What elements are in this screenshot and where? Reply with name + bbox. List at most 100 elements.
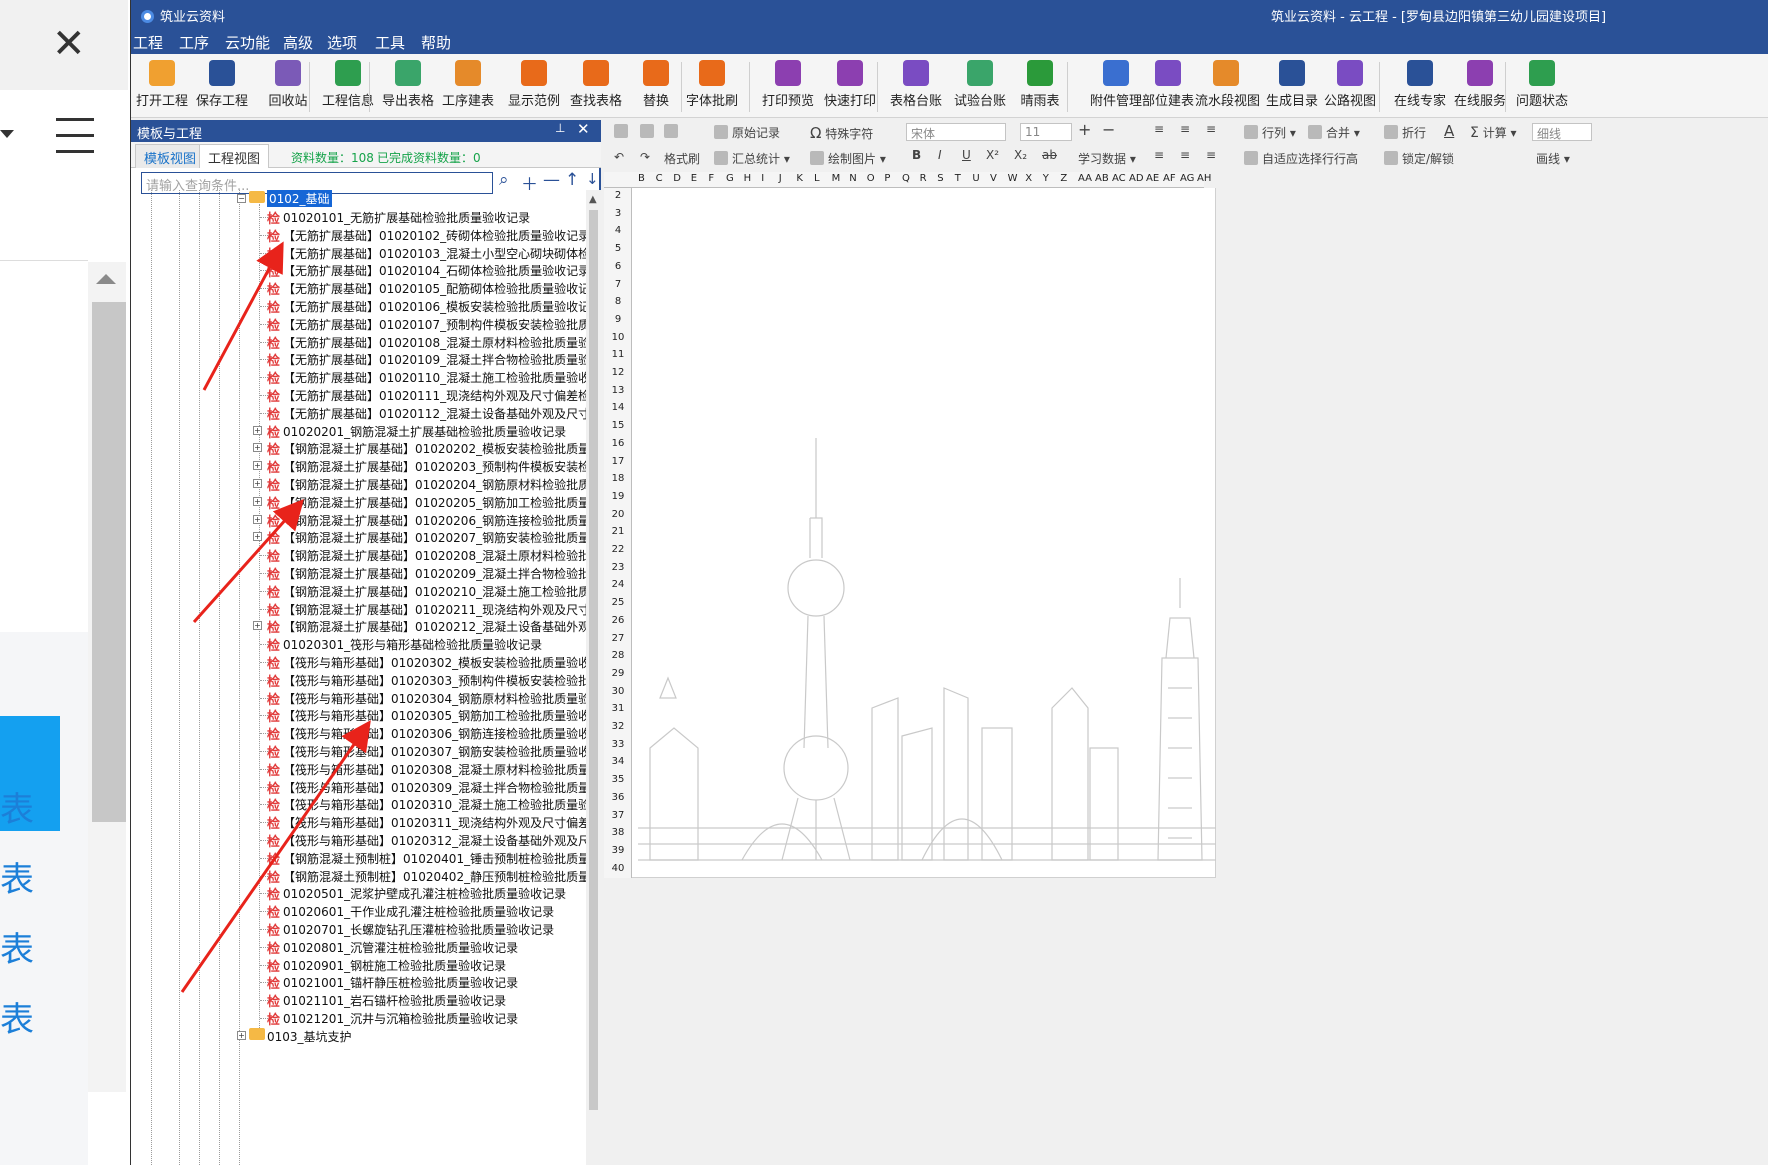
tree-item[interactable]: 检 01020701_长螺旋钻孔压灌桩检验批质量验收记录: [131, 920, 586, 939]
tab-template-view[interactable]: 模板视图: [135, 144, 206, 168]
row-header-cell[interactable]: 25: [604, 597, 632, 608]
toolbar-button[interactable]: 公路视图: [1319, 60, 1381, 116]
column-header-cell[interactable]: P: [884, 173, 890, 184]
column-header-cell[interactable]: T: [955, 173, 961, 184]
tree-item[interactable]: + 检【钢筋混凝土扩展基础】01020203_预制构件模板安装检验批质量: [131, 457, 586, 476]
row-header-cell[interactable]: 16: [604, 438, 632, 449]
tree-item[interactable]: 检 01020101_无筋扩展基础检验批质量验收记录: [131, 208, 586, 227]
toolbar-button[interactable]: 工序建表: [437, 60, 499, 116]
row-header-cell[interactable]: 33: [604, 739, 632, 750]
column-header-cell[interactable]: O: [867, 173, 875, 184]
move-up-icon[interactable]: ↑: [565, 170, 579, 190]
menu-item-cloud[interactable]: 云功能: [225, 32, 270, 53]
row-header-cell[interactable]: 34: [604, 756, 632, 767]
column-header-cell[interactable]: D: [673, 173, 681, 184]
column-header-cell[interactable]: AH: [1197, 173, 1211, 184]
column-header-cell[interactable]: C: [656, 173, 663, 184]
column-header-cell[interactable]: N: [849, 173, 856, 184]
column-header-cell[interactable]: U: [972, 173, 979, 184]
expand-icon[interactable]: +: [253, 461, 262, 471]
column-header-cell[interactable]: V: [990, 173, 997, 184]
row-header-cell[interactable]: 21: [604, 526, 632, 537]
row-col-button[interactable]: 行列 ▾: [1244, 124, 1296, 141]
tree-item[interactable]: 检【无筋扩展基础】01020111_现浇结构外观及尺寸偏差检验批质量: [131, 386, 586, 405]
row-header-cell[interactable]: 20: [604, 509, 632, 520]
tree-item[interactable]: 检 01021101_岩石锚杆检验批质量验收记录: [131, 991, 586, 1010]
row-header-cell[interactable]: 30: [604, 686, 632, 697]
tree-item[interactable]: 检【无筋扩展基础】01020103_混凝土小型空心砌块砌体检验批质量: [131, 244, 586, 263]
summary-stats-button[interactable]: 汇总统计 ▾: [714, 150, 790, 167]
tree-item[interactable]: 检【筏形与箱形基础】01020312_混凝土设备基础外观及尺寸偏差检: [131, 831, 586, 850]
row-header-cell[interactable]: 24: [604, 579, 632, 590]
row-header-cell[interactable]: 29: [604, 668, 632, 679]
tree-item[interactable]: 检【钢筋混凝土预制桩】01020402_静压预制桩检验批质量验收记录: [131, 867, 586, 886]
menu-item-process[interactable]: 工序: [179, 32, 209, 53]
decrease-font-icon[interactable]: −: [1102, 120, 1115, 139]
toolbar-button[interactable]: 试验台账: [949, 60, 1011, 116]
tree-item[interactable]: 检【筏形与箱形基础】01020310_混凝土施工检验批质量验收记录: [131, 795, 586, 814]
toolbar-button[interactable]: 表格台账: [885, 60, 947, 116]
toolbar-button[interactable]: 查找表格: [565, 60, 627, 116]
menu-item-tools[interactable]: 工具: [375, 32, 405, 53]
toolbar-button[interactable]: 在线专家: [1389, 60, 1451, 116]
row-header-cell[interactable]: 2: [604, 190, 632, 201]
search-icon[interactable]: ⌕: [499, 170, 509, 190]
tree-scrollbar[interactable]: ▲: [586, 190, 601, 1165]
tree-item[interactable]: 检 01020301_筏形与箱形基础检验批质量验收记录: [131, 635, 586, 654]
row-header-cell[interactable]: 10: [604, 332, 632, 343]
tree-item[interactable]: 检【钢筋混凝土扩展基础】01020211_现浇结构外观及尺寸偏差检验: [131, 600, 586, 619]
column-header-cell[interactable]: G: [726, 173, 734, 184]
toolbar-button[interactable]: 部位建表: [1137, 60, 1199, 116]
close-icon[interactable]: ✕: [52, 24, 86, 64]
line-style-select[interactable]: 细线: [1532, 123, 1592, 141]
menu-item-advanced[interactable]: 高级: [283, 32, 313, 53]
auto-row-height-button[interactable]: 自适应选择行行高: [1244, 150, 1358, 167]
scroll-up-icon[interactable]: ▲: [589, 194, 597, 205]
increase-font-icon[interactable]: +: [1078, 120, 1091, 139]
tree-item[interactable]: + 检【钢筋混凝土扩展基础】01020202_模板安装检验批质量验收记录: [131, 439, 586, 458]
superscript-button[interactable]: X²: [986, 148, 999, 162]
tree-item[interactable]: 检【无筋扩展基础】01020107_预制构件模板安装检验批质量验收: [131, 315, 586, 334]
column-header-cell[interactable]: S: [937, 173, 943, 184]
menu-item-help[interactable]: 帮助: [421, 32, 451, 53]
lock-unlock-button[interactable]: 锁定/解锁: [1384, 150, 1454, 167]
row-header-cell[interactable]: 37: [604, 810, 632, 821]
row-header-cell[interactable]: 31: [604, 703, 632, 714]
expand-icon[interactable]: +: [253, 425, 262, 435]
side-link[interactable]: 表: [0, 992, 34, 1041]
toolbar-button[interactable]: 显示范例: [503, 60, 565, 116]
copy-icon[interactable]: [614, 124, 632, 139]
subscript-button[interactable]: X₂: [1014, 148, 1027, 162]
redo-icon[interactable]: ↷: [640, 150, 650, 164]
toolbar-button[interactable]: 替换: [625, 60, 687, 116]
column-header-cell[interactable]: Y: [1043, 173, 1049, 184]
tree-item[interactable]: + 检【钢筋混凝土扩展基础】01020206_钢筋连接检验批质量验收记录: [131, 511, 586, 530]
tree-item[interactable]: 检【筏形与箱形基础】01020302_模板安装检验批质量验收记录: [131, 653, 586, 672]
special-char-button[interactable]: Ω 特殊字符: [810, 124, 873, 142]
format-brush-button[interactable]: 格式刷: [664, 150, 700, 167]
column-header-cell[interactable]: J: [779, 173, 782, 184]
tree-item[interactable]: 检【筏形与箱形基础】01020308_混凝土原材料检验批质量验收记录: [131, 760, 586, 779]
toolbar-button[interactable]: 流水段视图: [1195, 60, 1260, 116]
draw-line-button[interactable]: 画线 ▾: [1536, 150, 1570, 167]
tree-node-selected[interactable]: − 0102_基础: [131, 190, 586, 208]
row-header-cell[interactable]: 23: [604, 562, 632, 573]
paste-icon[interactable]: [640, 124, 658, 139]
side-link[interactable]: 表: [0, 782, 34, 831]
tree-scroll-thumb[interactable]: [589, 210, 598, 1110]
sheet-canvas[interactable]: [632, 188, 1216, 878]
undo-icon[interactable]: ↶: [614, 150, 624, 164]
scrollbar-thumb[interactable]: [92, 302, 126, 822]
tree-item[interactable]: 检【筏形与箱形基础】01020307_钢筋安装检验批质量验收记录: [131, 742, 586, 761]
expand-icon[interactable]: +: [253, 532, 262, 542]
tree-item[interactable]: 检【筏形与箱形基础】01020305_钢筋加工检验批质量验收记录: [131, 706, 586, 725]
brush-icon[interactable]: [664, 124, 682, 139]
column-header-cell[interactable]: K: [796, 173, 803, 184]
toolbar-button[interactable]: 字体批刷: [681, 60, 743, 116]
tree-item[interactable]: 检【筏形与箱形基础】01020311_现浇结构外观及尺寸偏差检验批质: [131, 813, 586, 832]
tree-item[interactable]: 检【钢筋混凝土预制桩】01020401_锤击预制桩检验批质量验收记录: [131, 849, 586, 868]
tree-item[interactable]: + 检 01020201_钢筋混凝土扩展基础检验批质量验收记录: [131, 422, 586, 441]
toolbar-button[interactable]: 问题状态: [1511, 60, 1573, 116]
expand-icon[interactable]: +: [253, 443, 262, 453]
toolbar-button[interactable]: 快速打印: [819, 60, 881, 116]
